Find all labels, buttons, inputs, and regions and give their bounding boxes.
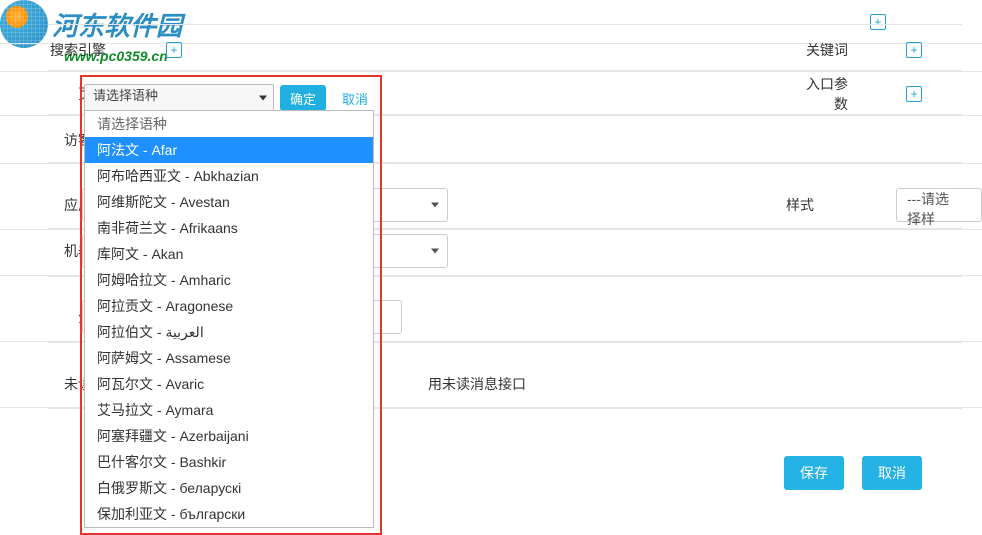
add-search-engine-icon[interactable]: + (166, 42, 182, 58)
language-select-text: 请选择语种 (93, 88, 158, 103)
dropdown-item[interactable]: 阿维斯陀文 - Avestan (85, 189, 373, 215)
chevron-down-icon (431, 202, 439, 207)
dropdown-item[interactable]: 南非荷兰文 - Afrikaans (85, 215, 373, 241)
cancel-button[interactable]: 取消 (862, 456, 922, 490)
dropdown-item[interactable]: 阿瓦尔文 - Avaric (85, 371, 373, 397)
language-select[interactable]: 请选择语种 (84, 84, 274, 112)
confirm-button[interactable]: 确定 (280, 85, 326, 111)
dropdown-item[interactable]: 阿姆哈拉文 - Amharic (85, 267, 373, 293)
style-select-placeholder: ---请选择样 (907, 191, 949, 227)
dropdown-item[interactable]: 比哈尔文 - Bihari (85, 527, 373, 528)
dropdown-item[interactable]: 白俄罗斯文 - беларускі (85, 475, 373, 501)
popup-cancel-button[interactable]: 取消 (332, 85, 378, 111)
label-keyword: 关键词 (798, 40, 858, 60)
row-search-engine: 搜索引擎 + 关键词 + (0, 28, 982, 72)
style-select[interactable]: ---请选择样 (896, 188, 982, 222)
dropdown-item[interactable]: 艾马拉文 - Aymara (85, 397, 373, 423)
dropdown-item[interactable]: 阿塞拜疆文 - Azerbaijani (85, 423, 373, 449)
save-button[interactable]: 保存 (784, 456, 844, 490)
add-entry-params-icon[interactable]: + (906, 86, 922, 102)
dropdown-item[interactable]: 阿布哈西亚文 - Abkhazian (85, 163, 373, 189)
dropdown-item[interactable]: 保加利亚文 - български (85, 501, 373, 527)
label-search-engine: 搜索引擎 (48, 40, 120, 60)
dropdown-item[interactable]: 库阿文 - Akan (85, 241, 373, 267)
chevron-down-icon (259, 96, 267, 101)
chevron-down-icon (431, 248, 439, 253)
dropdown-item[interactable]: 阿拉伯文 - العربية (85, 319, 373, 345)
dropdown-item[interactable]: 阿萨姆文 - Assamese (85, 345, 373, 371)
unread-msg-text: 用未读消息接口 (428, 374, 526, 394)
dropdown-item[interactable]: 阿法文 - Afar (85, 137, 373, 163)
dropdown-item[interactable]: 阿拉贡文 - Aragonese (85, 293, 373, 319)
dropdown-placeholder[interactable]: 请选择语种 (85, 111, 373, 137)
dropdown-item[interactable]: 巴什客尔文 - Bashkir (85, 449, 373, 475)
language-dropdown[interactable]: 请选择语种阿法文 - Afar阿布哈西亚文 - Abkhazian阿维斯陀文 -… (84, 110, 374, 528)
label-style: 样式 (774, 195, 824, 215)
label-entry-params: 入口参数 (798, 74, 858, 114)
add-keyword-icon[interactable]: + (906, 42, 922, 58)
